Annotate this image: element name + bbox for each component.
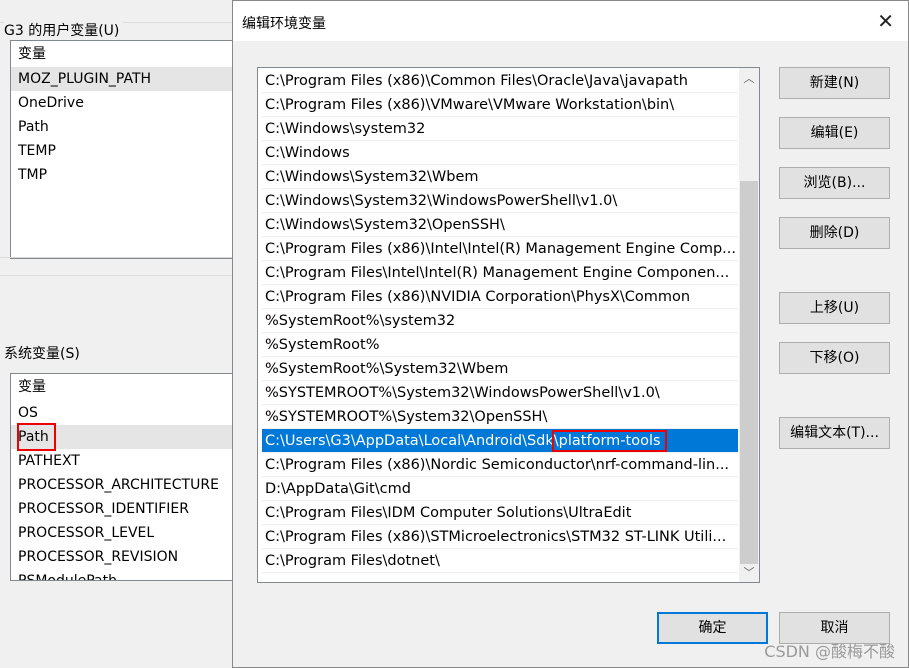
list-item[interactable]: MOZ_PLUGIN_PATH xyxy=(11,67,249,91)
column-header[interactable]: 变量 xyxy=(11,41,249,67)
list-item[interactable]: PROCESSOR_ARCHITECTURE xyxy=(11,473,249,497)
list-item[interactable]: Path xyxy=(11,115,249,139)
path-item[interactable]: C:\Program Files (x86)\Common Files\Orac… xyxy=(262,69,738,93)
path-item[interactable]: C:\Program Files (x86)\Intel\Intel(R) Ma… xyxy=(262,237,738,261)
annotation-box xyxy=(17,423,56,451)
edit-text-button[interactable]: 编辑文本(T)... xyxy=(779,417,890,449)
edit-button[interactable]: 编辑(E) xyxy=(779,117,890,149)
path-prefix: C:\Users\G3\AppData\Local\Android\Sdk xyxy=(265,433,554,449)
move-up-button[interactable]: 上移(U) xyxy=(779,292,890,324)
list-item[interactable]: PROCESSOR_LEVEL xyxy=(11,521,249,545)
selected-path-item[interactable]: C:\Users\G3\AppData\Local\Android\Sdk\pl… xyxy=(262,429,738,453)
list-item[interactable]: TEMP xyxy=(11,139,249,163)
close-icon[interactable]: ✕ xyxy=(877,9,894,33)
scrollbar-thumb[interactable] xyxy=(740,181,758,564)
path-item[interactable]: %SystemRoot% xyxy=(262,333,738,357)
list-item[interactable]: PATHEXT xyxy=(11,449,249,473)
scroll-down-icon[interactable]: ﹀ xyxy=(739,564,759,580)
list-item[interactable]: OneDrive xyxy=(11,91,249,115)
path-item[interactable]: C:\Windows xyxy=(262,141,738,165)
edit-env-var-dialog: 编辑环境变量 ✕ C:\Program Files (x86)\Common F… xyxy=(232,0,909,668)
title-bar: 编辑环境变量 ✕ xyxy=(233,1,908,41)
path-item[interactable]: C:\Windows\System32\OpenSSH\ xyxy=(262,213,738,237)
system-vars-label: 系统变量(S) xyxy=(4,343,84,363)
list-item[interactable]: TMP xyxy=(11,163,249,187)
path-item[interactable]: C:\Windows\System32\Wbem xyxy=(262,165,738,189)
path-item[interactable]: C:\Program Files\IDM Computer Solutions\… xyxy=(262,501,738,525)
list-item[interactable]: PSModulePath xyxy=(11,569,249,580)
path-list[interactable]: C:\Program Files (x86)\Common Files\Orac… xyxy=(257,67,760,583)
browse-button[interactable]: 浏览(B)... xyxy=(779,167,890,199)
column-header[interactable]: 变量 xyxy=(11,374,249,401)
user-vars-label: G3 的用户变量(U) xyxy=(4,20,124,40)
path-item[interactable]: C:\Windows\System32\WindowsPowerShell\v1… xyxy=(262,189,738,213)
divider xyxy=(0,257,232,258)
path-item[interactable]: C:\Program Files (x86)\Nordic Semiconduc… xyxy=(262,453,738,477)
move-down-button[interactable]: 下移(O) xyxy=(779,342,890,374)
scroll-up-icon[interactable]: ︿ xyxy=(739,70,759,86)
path-item[interactable]: %SystemRoot%\System32\Wbem xyxy=(262,357,738,381)
path-item[interactable]: C:\Program Files (x86)\NVIDIA Corporatio… xyxy=(262,285,738,309)
path-item[interactable]: C:\Program Files\Intel\Intel(R) Manageme… xyxy=(262,261,738,285)
watermark: CSDN @酸梅不酸 xyxy=(764,642,895,661)
divider xyxy=(0,275,232,276)
list-item[interactable]: OS xyxy=(11,401,249,425)
path-item[interactable]: %SystemRoot%\system32 xyxy=(262,309,738,333)
delete-button[interactable]: 删除(D) xyxy=(779,217,890,249)
path-item[interactable]: C:\Program Files (x86)\STMicroelectronic… xyxy=(262,525,738,549)
path-item[interactable]: %SYSTEMROOT%\System32\WindowsPowerShell\… xyxy=(262,381,738,405)
user-vars-list[interactable]: 变量 MOZ_PLUGIN_PATH OneDrive Path TEMP TMP xyxy=(10,40,250,259)
path-item[interactable]: %SYSTEMROOT%\System32\OpenSSH\ xyxy=(262,405,738,429)
ok-button[interactable]: 确定 xyxy=(657,612,768,644)
path-item[interactable]: C:\Program Files (x86)\VMware\VMware Wor… xyxy=(262,93,738,117)
system-vars-list[interactable]: 变量 OS Path PATHEXT PROCESSOR_ARCHITECTURE PR… xyxy=(10,373,250,581)
list-item[interactable]: PROCESSOR_REVISION xyxy=(11,545,249,569)
path-item[interactable]: D:\AppData\Git\cmd xyxy=(262,477,738,501)
path-item[interactable]: C:\Program Files\dotnet\ xyxy=(262,549,738,573)
path-item[interactable]: C:\Windows\system32 xyxy=(262,117,738,141)
list-item[interactable]: PROCESSOR_IDENTIFIER xyxy=(11,497,249,521)
scrollbar[interactable]: ︿ ﹀ xyxy=(739,68,759,582)
annotation-box: \platform-tools xyxy=(551,430,667,452)
dialog-title: 编辑环境变量 xyxy=(242,16,326,32)
new-button[interactable]: 新建(N) xyxy=(779,67,890,99)
